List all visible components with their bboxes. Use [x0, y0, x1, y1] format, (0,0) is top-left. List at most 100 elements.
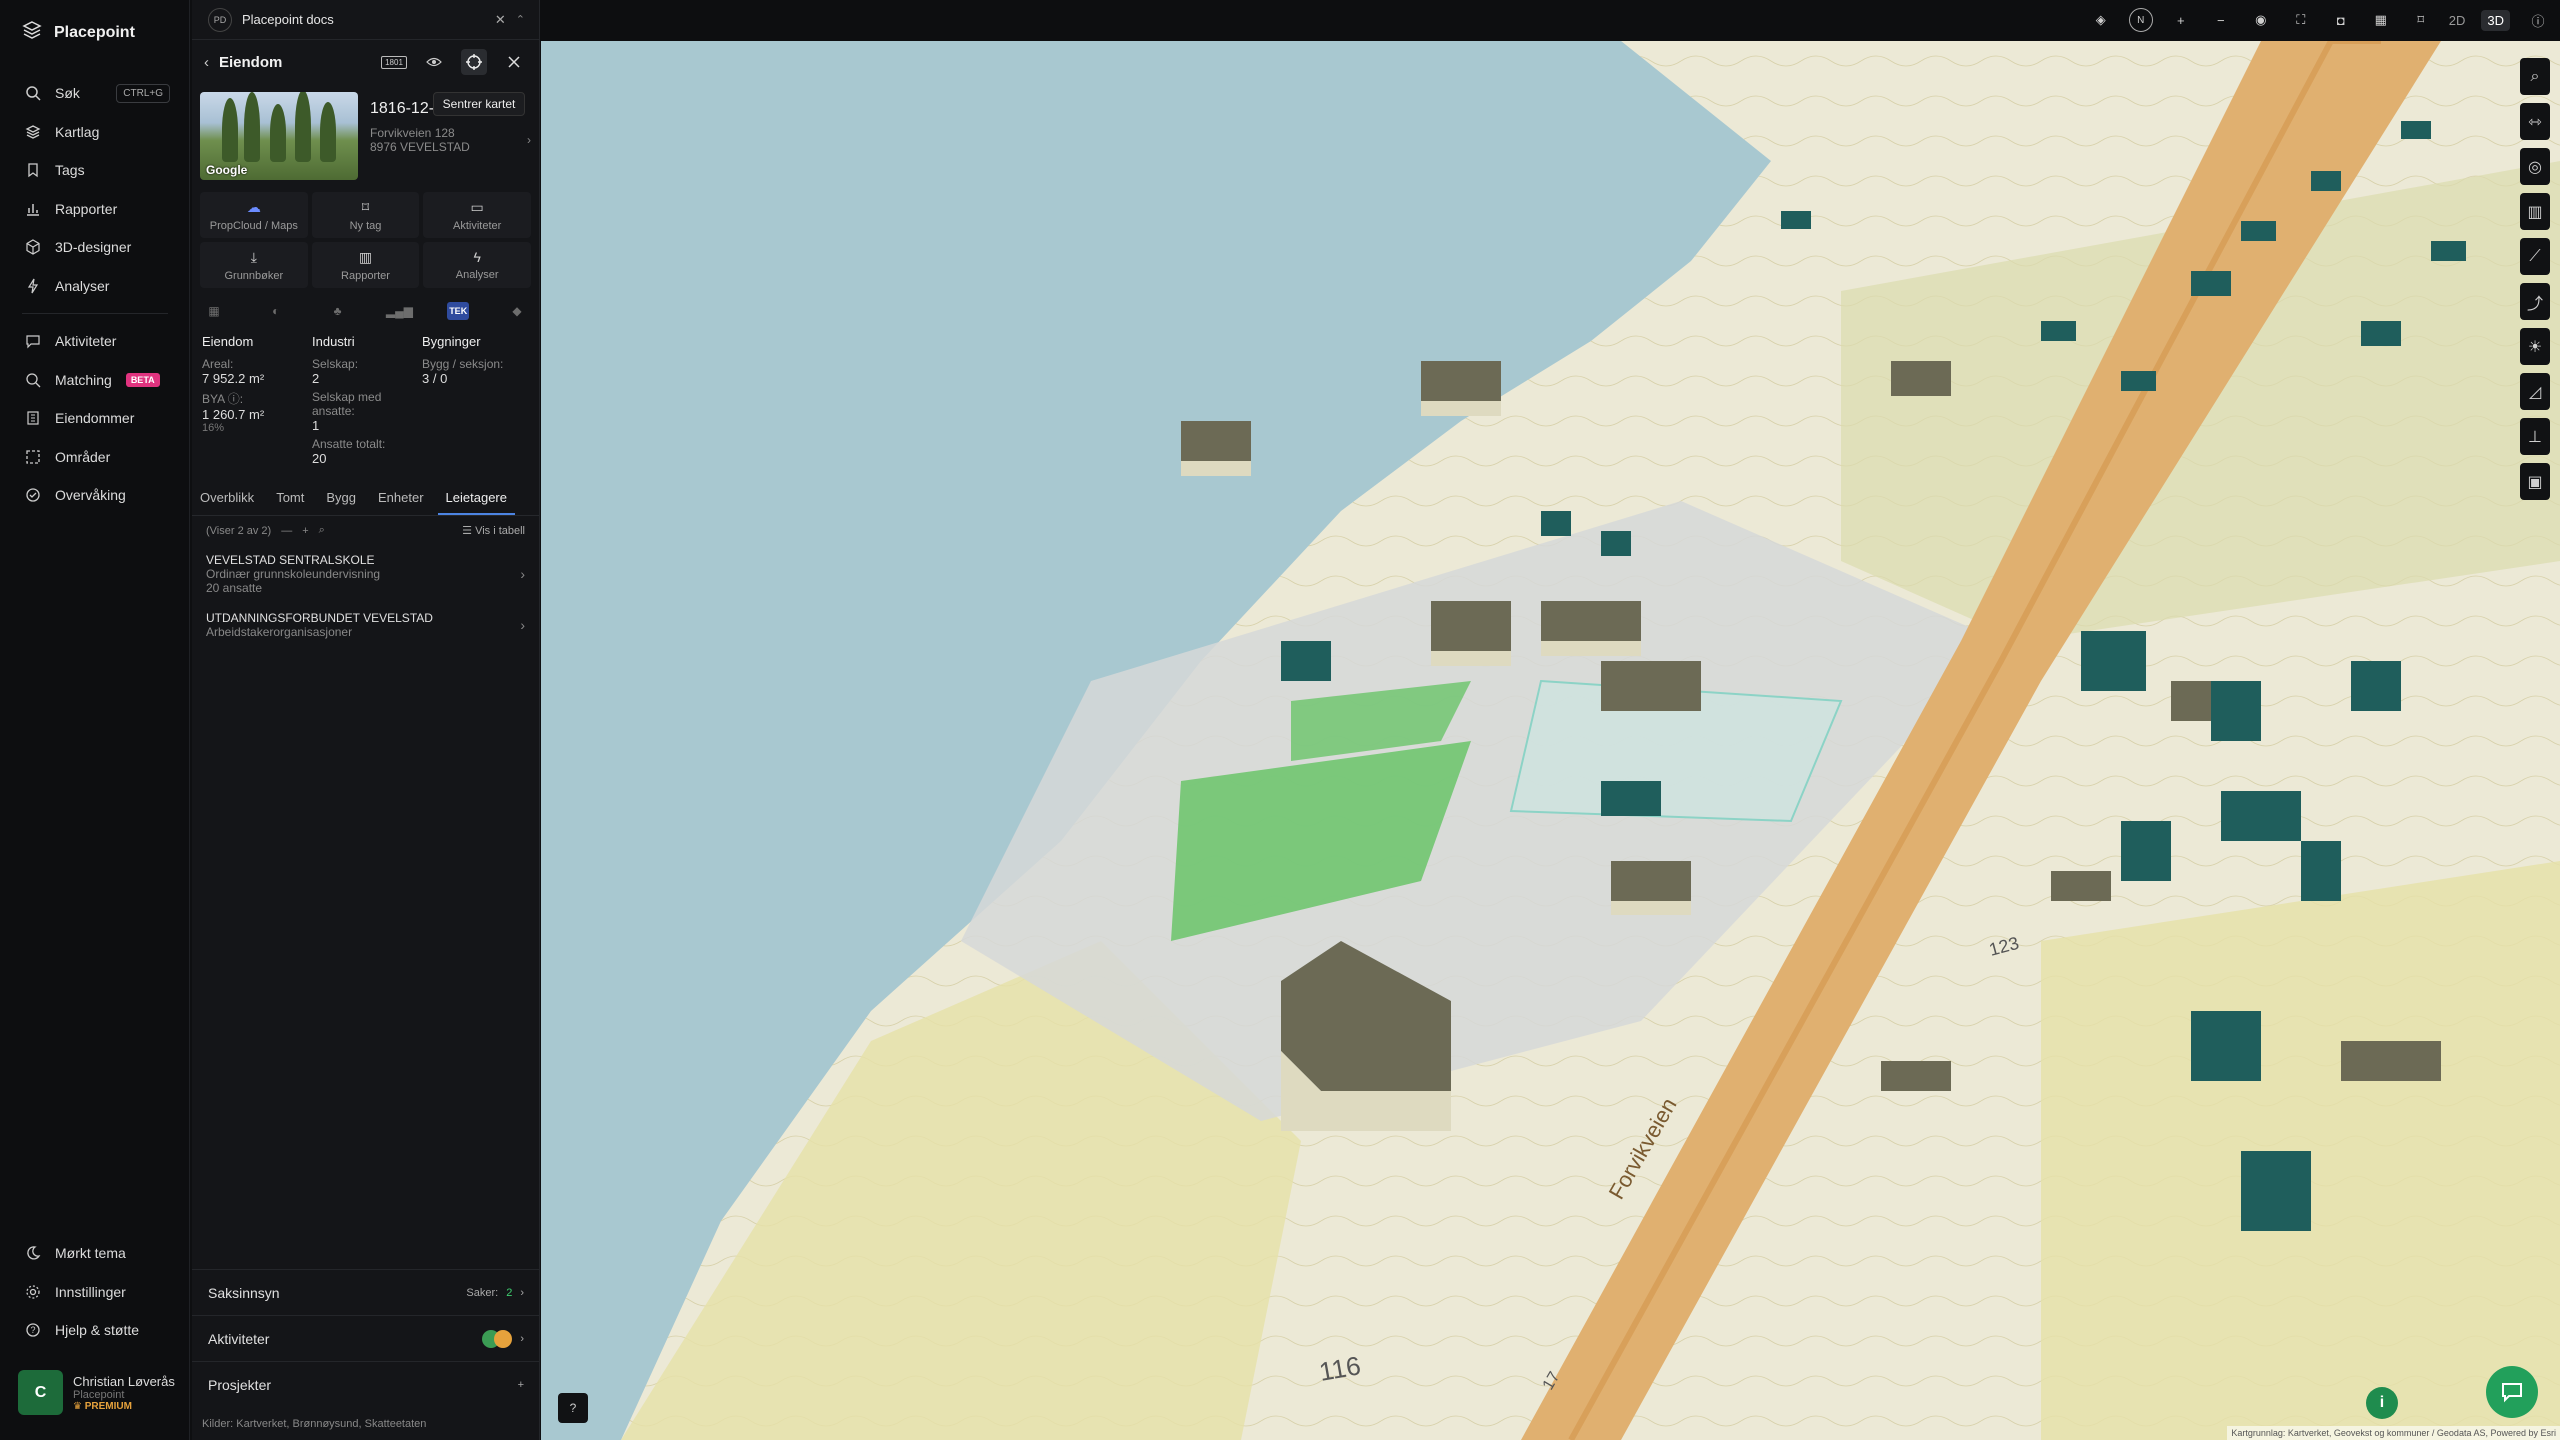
fullscreen-icon[interactable]: ⛶: [2289, 8, 2313, 32]
info-icon[interactable]: ⓘ: [2526, 8, 2550, 32]
expand-icon[interactable]: ⌃: [516, 13, 525, 26]
compass-icon[interactable]: N: [2128, 8, 2153, 32]
table-view-link[interactable]: ☰ Vis i tabell: [462, 524, 525, 537]
chevron-right-icon: ›: [527, 133, 531, 147]
tab-enheter[interactable]: Enheter: [378, 486, 424, 515]
grunnboker-button[interactable]: ⤓ Grunnbøker: [200, 242, 308, 288]
nav-label: Innstillinger: [55, 1283, 126, 1300]
mode-2d-button[interactable]: 2D: [2449, 13, 2466, 28]
list-item[interactable]: VEVELSTAD SENTRALSKOLE Ordinær grunnskol…: [192, 545, 539, 603]
nav-item-aktiviteter[interactable]: Aktiviteter: [0, 322, 190, 361]
map-canvas[interactable]: Forvikveien 116 17 123: [541, 41, 2560, 1440]
layer-icon[interactable]: ▦: [200, 300, 228, 322]
sun-icon[interactable]: ☀: [2520, 328, 2550, 365]
list-item[interactable]: UTDANNINGSFORBUNDET VEVELSTAD Arbeidstak…: [192, 603, 539, 647]
layers-toggle-icon[interactable]: ◈: [2089, 8, 2113, 32]
signal-icon[interactable]: ▂▄▆: [385, 300, 413, 322]
eye-icon[interactable]: ◉: [2249, 8, 2273, 32]
brand[interactable]: Placepoint: [22, 20, 135, 45]
nav-item-rapporter[interactable]: Rapporter: [0, 190, 190, 229]
search-map-icon[interactable]: ⌕: [2520, 58, 2550, 95]
section-label: Aktiviteter: [208, 1330, 270, 1347]
camera-icon[interactable]: ◘: [2329, 8, 2353, 32]
back-icon[interactable]: ‹: [204, 54, 209, 71]
level-icon[interactable]: ⊥: [2520, 418, 2550, 455]
zoom-in-icon[interactable]: +: [2169, 8, 2193, 32]
nav-item-help[interactable]: ? Hjelp & støtte: [0, 1311, 190, 1350]
nav-item-eiendommer[interactable]: Eiendommer: [0, 399, 190, 438]
stat-value: 3 / 0: [422, 371, 448, 386]
crown-icon: ♛: [73, 1400, 85, 1412]
address-link[interactable]: Forvikveien 128 8976 VEVELSTAD ›: [370, 126, 531, 154]
measure-icon[interactable]: ⇿: [2520, 103, 2550, 140]
nav-item-tags[interactable]: Tags: [0, 151, 190, 190]
close-icon[interactable]: ✕: [495, 12, 506, 28]
tab-bygg[interactable]: Bygg: [326, 486, 356, 515]
premium-label: PREMIUM: [84, 1400, 132, 1412]
plant-icon[interactable]: ♣: [324, 300, 352, 322]
docs-badge: PD: [208, 7, 232, 32]
close-icon[interactable]: [501, 49, 527, 75]
prosjekter-row[interactable]: Prosjekter +: [192, 1361, 540, 1407]
nav-item-omrader[interactable]: Områder: [0, 438, 190, 477]
id-card-icon[interactable]: 1801: [381, 49, 407, 75]
cube-icon: [25, 239, 41, 255]
tab-overblikk[interactable]: Overblikk: [200, 486, 254, 515]
saksinnsyn-row[interactable]: Saksinnsyn Saker: 2 ›: [192, 1269, 540, 1315]
nav-item-search[interactable]: Søk CTRL+G: [0, 74, 190, 113]
stat-label: Selskap:: [312, 357, 359, 371]
nav-item-overvaking[interactable]: Overvåking: [0, 476, 190, 515]
count-label: Saker:: [466, 1286, 499, 1299]
search-icon: [25, 85, 41, 101]
nav-item-dark-theme[interactable]: Mørkt tema: [0, 1234, 190, 1273]
eye-icon[interactable]: [421, 49, 447, 75]
tek-icon[interactable]: TEK: [447, 302, 470, 320]
new-tag-button[interactable]: ⌑ Ny tag: [311, 192, 420, 238]
docs-bar[interactable]: PD Placepoint docs ✕ ⌃: [192, 0, 539, 40]
plus-icon[interactable]: +: [302, 525, 308, 537]
area-chart-icon[interactable]: ◿: [2520, 373, 2550, 410]
property-photo[interactable]: Google: [200, 92, 358, 180]
nav-item-3d-designer[interactable]: 3D-designer: [0, 228, 190, 267]
export-icon[interactable]: ▣: [2520, 463, 2550, 500]
bookmark-icon[interactable]: ⌑: [2409, 8, 2433, 32]
nav-item-matching[interactable]: Matching BETA: [0, 361, 190, 400]
nav-item-analyser[interactable]: Analyser: [0, 267, 190, 306]
plus-icon[interactable]: +: [518, 1379, 524, 1391]
globe-icon[interactable]: ◐: [262, 300, 290, 322]
reports-button[interactable]: ▥ Rapporter: [311, 242, 420, 288]
zoom-out-icon[interactable]: −: [2209, 8, 2233, 32]
activities-button[interactable]: ▭ Aktiviteter: [423, 192, 531, 238]
premium-badge: ♛ PREMIUM: [73, 1401, 175, 1412]
help-icon[interactable]: ?: [558, 1393, 588, 1423]
map-view[interactable]: Forvikveien 116 17 123 Kartgrunnlag: Kar…: [541, 41, 2560, 1440]
propcloud-button[interactable]: ☁ PropCloud / Maps: [200, 192, 308, 238]
photo-tree: [295, 92, 311, 162]
view-icon[interactable]: ◎: [2520, 148, 2550, 185]
more-icon[interactable]: ◆: [503, 300, 531, 322]
center-map-icon[interactable]: [461, 49, 487, 75]
sources-label: Kilder:: [202, 1418, 234, 1430]
chart-icon[interactable]: ▥: [2520, 193, 2550, 230]
minus-icon[interactable]: —: [281, 525, 292, 537]
search-icon[interactable]: ⌕: [319, 524, 325, 537]
nav-label: Aktiviteter: [55, 333, 117, 350]
aktiviteter-row[interactable]: Aktiviteter ›: [192, 1315, 540, 1361]
user-profile[interactable]: C Christian Løverås Placepoint ♛ PREMIUM: [18, 1370, 175, 1415]
nav-item-settings[interactable]: Innstillinger: [0, 1273, 190, 1312]
tab-tomt[interactable]: Tomt: [276, 486, 304, 515]
list-count: (Viser 2 av 2): [206, 524, 272, 537]
chat-icon[interactable]: [2486, 1366, 2538, 1418]
analyses-button[interactable]: ϟ Analyser: [423, 242, 531, 288]
profile-icon[interactable]: ⤴: [2520, 283, 2550, 320]
stat-label: Bygg / seksjon:: [422, 357, 504, 371]
mode-3d-button[interactable]: 3D: [2481, 9, 2510, 31]
field-area: [2041, 861, 2560, 1440]
slope-icon[interactable]: ⟋: [2520, 238, 2550, 275]
grid-icon[interactable]: ▦: [2369, 8, 2393, 32]
nav-item-kartlag[interactable]: Kartlag: [0, 113, 190, 152]
tab-leietagere[interactable]: Leietagere: [437, 486, 515, 515]
industri-stats: Industri Selskap: 2 Selskap med ansatte:…: [312, 334, 422, 470]
cloud-icon: ☁: [246, 198, 261, 215]
info-icon[interactable]: i: [2366, 1387, 2398, 1419]
